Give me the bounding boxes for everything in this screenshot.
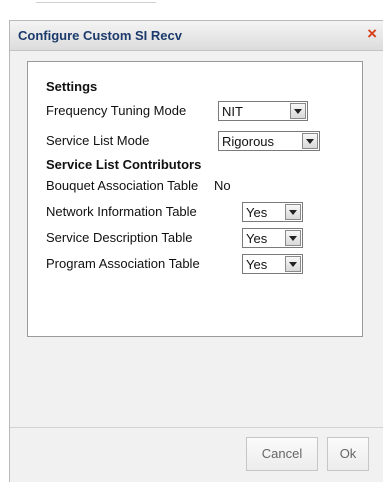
service-description-value: Yes <box>246 231 268 246</box>
bouquet-association-label: Bouquet Association Table <box>46 178 199 193</box>
frequency-tuning-mode-label: Frequency Tuning Mode <box>46 103 187 118</box>
background-window-strip <box>0 0 383 20</box>
footer-divider <box>10 427 383 428</box>
divider <box>36 2 156 3</box>
program-association-label: Program Association Table <box>46 256 200 271</box>
close-icon[interactable]: × <box>367 25 377 43</box>
program-association-value: Yes <box>246 257 268 272</box>
dialog-title: Configure Custom SI Recv <box>18 28 182 43</box>
chevron-down-icon[interactable] <box>285 256 301 272</box>
service-list-mode-label: Service List Mode <box>46 133 150 148</box>
service-description-label: Service Description Table <box>46 230 193 245</box>
program-association-select[interactable]: Yes <box>242 254 303 274</box>
settings-heading: Settings <box>46 79 98 94</box>
network-information-value: Yes <box>246 205 268 220</box>
ok-button[interactable]: Ok <box>327 437 369 471</box>
chevron-down-icon[interactable] <box>285 204 301 220</box>
contributors-heading: Service List Contributors <box>46 157 202 172</box>
network-information-select[interactable]: Yes <box>242 202 303 222</box>
configure-dialog: Configure Custom SI Recv × Settings Freq… <box>9 20 383 482</box>
chevron-down-icon[interactable] <box>290 103 306 119</box>
network-information-label: Network Information Table <box>46 204 197 219</box>
dialog-titlebar: Configure Custom SI Recv × <box>10 21 383 51</box>
service-list-mode-value: Rigorous <box>222 134 275 149</box>
cancel-button[interactable]: Cancel <box>246 437 318 471</box>
bouquet-association-value: No <box>214 178 231 193</box>
frequency-tuning-mode-value: NIT <box>222 104 243 119</box>
frequency-tuning-mode-select[interactable]: NIT <box>218 101 308 121</box>
chevron-down-icon[interactable] <box>285 230 301 246</box>
chevron-down-icon[interactable] <box>302 133 318 149</box>
service-description-select[interactable]: Yes <box>242 228 303 248</box>
settings-panel: Settings Frequency Tuning Mode NIT Servi… <box>27 61 363 337</box>
service-list-mode-select[interactable]: Rigorous <box>218 131 320 151</box>
